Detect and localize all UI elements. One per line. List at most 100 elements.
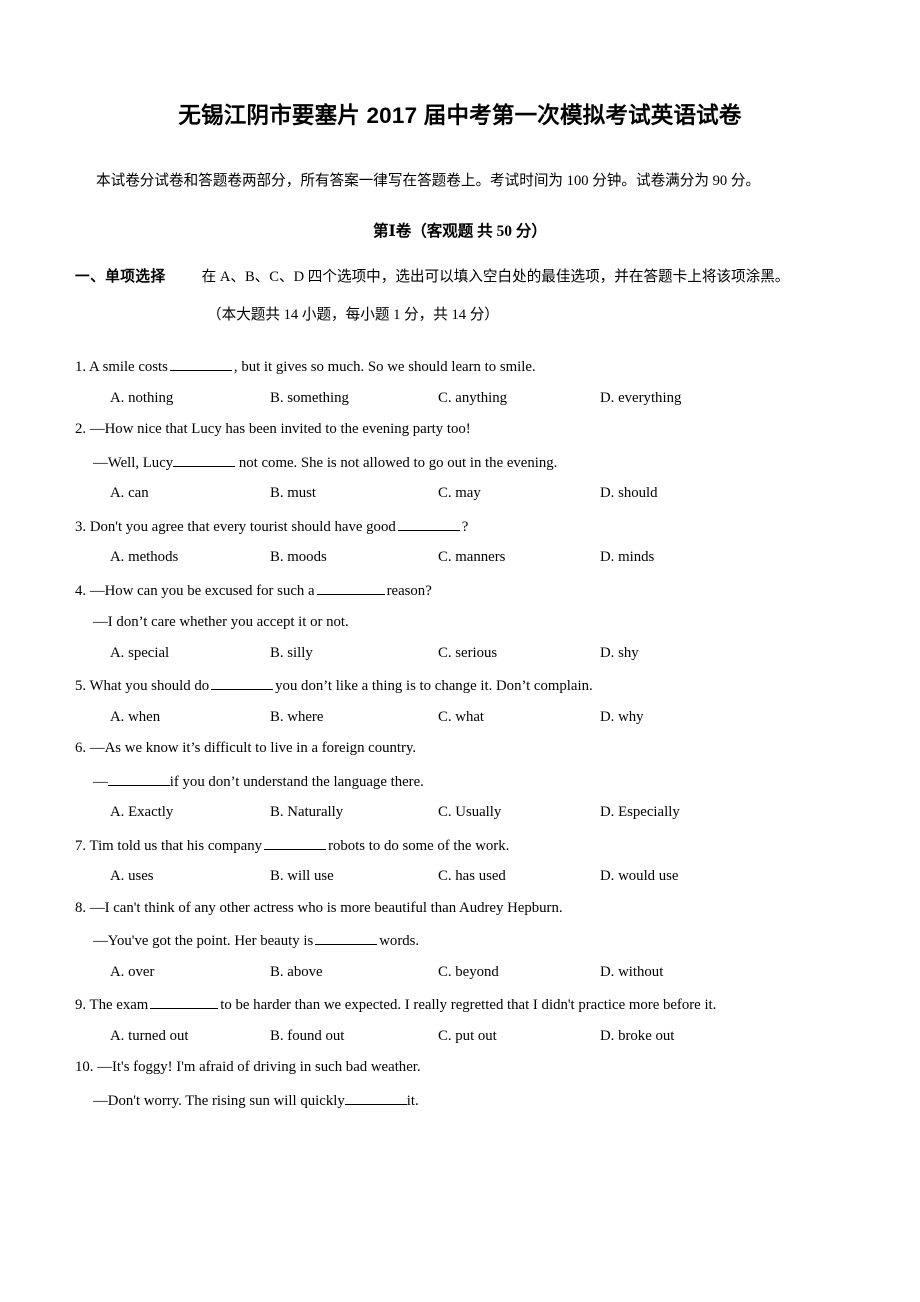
option-d[interactable]: D. everything <box>600 389 681 407</box>
dialogue-line-2-post: it. <box>406 1092 419 1109</box>
dialogue-line-2-post: not come. She is not allowed to go out i… <box>238 454 558 471</box>
question-stem-post: to be harder than we expected. I really … <box>220 997 717 1014</box>
dialogue-line-2-pre: —Don't worry. The rising sun will quickl… <box>93 1092 345 1109</box>
dialogue-line-2-post: if you don’t understand the language the… <box>169 773 424 790</box>
option-row: A. over B. above C. beyond D. without <box>0 951 920 981</box>
question-stem-pre: Don't you agree that every tourist shoul… <box>89 518 396 535</box>
question-number: 1. <box>75 359 87 376</box>
option-b[interactable]: B. above <box>270 963 438 981</box>
option-d[interactable]: D. would use <box>600 867 679 885</box>
option-a[interactable]: A. special <box>110 644 270 662</box>
question-number: 10. <box>75 1059 94 1076</box>
question-stem-continued: — if you don’t understand the language th… <box>0 758 920 792</box>
option-c[interactable]: C. put out <box>438 1027 600 1045</box>
question-stem-pre: The exam <box>89 997 149 1014</box>
question-stem: 7. Tim told us that his company robots to… <box>0 822 920 856</box>
question-item: 4. —How can you be excused for such a rea… <box>0 567 920 663</box>
option-a[interactable]: A. turned out <box>110 1027 270 1045</box>
option-a[interactable]: A. Exactly <box>110 803 270 821</box>
option-row: A. turned out B. found out C. put out D. br… <box>0 1015 920 1045</box>
answer-blank <box>344 1090 407 1105</box>
option-row: A. Exactly B. Naturally C. Usually D. Espec… <box>0 791 920 821</box>
dialogue-line-1: —It's foggy! I'm afraid of driving in su… <box>97 1059 421 1076</box>
question-stem: 2. —How nice that Lucy has been invited … <box>0 407 920 438</box>
option-c[interactable]: C. may <box>438 484 600 502</box>
question-item: 8. —I can't think of any other actress w… <box>0 886 920 982</box>
question-list: 1. A smile costs , but it gives so much. … <box>0 325 920 1110</box>
question-stem-continued: —I don’t care whether you accept it or n… <box>0 600 920 631</box>
option-b[interactable]: B. Naturally <box>270 803 438 821</box>
option-b[interactable]: B. something <box>270 389 438 407</box>
answer-blank <box>315 930 378 946</box>
question-stem-pre: A smile costs <box>89 359 168 376</box>
question-stem: 6. —As we know it’s difficult to live in… <box>0 726 920 757</box>
option-d[interactable]: D. broke out <box>600 1027 674 1045</box>
dialogue-line-2-pre: — <box>93 773 108 790</box>
option-row: A. special B. silly C. serious D. shy <box>0 632 920 662</box>
question-stem: 5. What you should do you don’t like a th… <box>0 662 920 696</box>
question-stem: 8. —I can't think of any other actress w… <box>0 886 920 917</box>
question-number: 4. <box>75 582 87 599</box>
option-c[interactable]: C. Usually <box>438 803 600 821</box>
answer-blank <box>211 675 274 691</box>
option-a[interactable]: A. over <box>110 963 270 981</box>
option-row: A. methods B. moods C. manners D. minds <box>0 536 920 566</box>
dialogue-line-1: —How nice that Lucy has been invited to … <box>89 421 471 438</box>
dialogue-line-2-pre: —Well, Lucy <box>93 454 174 471</box>
question-item: 1. A smile costs , but it gives so much. … <box>0 343 920 407</box>
part-one-description: 在 A、B、C、D 四个选项中，选出可以填入空白处的最佳选项，并在答题卡上将该项… <box>201 269 790 286</box>
question-stem-post: ? <box>461 518 469 535</box>
option-a[interactable]: A. uses <box>110 867 270 885</box>
question-number: 7. <box>75 837 87 854</box>
option-row: A. uses B. will use C. has used D. would us… <box>0 855 920 885</box>
option-a[interactable]: A. methods <box>110 548 270 566</box>
option-d[interactable]: D. why <box>600 708 644 726</box>
exam-paper-page: 无锡江阴市要塞片 2017 届中考第一次模拟考试英语试卷 本试卷分试卷和答题卷两… <box>0 0 920 1302</box>
option-d[interactable]: D. shy <box>600 644 639 662</box>
option-a[interactable]: A. can <box>110 484 270 502</box>
question-item: 9. The exam to be harder than we expected… <box>0 981 920 1045</box>
exam-intro-text: 本试卷分试卷和答题卷两部分，所有答案一律写在答题卷上。考试时间为 100 分钟。… <box>96 173 761 189</box>
option-a[interactable]: A. when <box>110 708 270 726</box>
answer-blank <box>150 994 219 1010</box>
option-d[interactable]: D. Especially <box>600 803 680 821</box>
option-d[interactable]: D. without <box>600 963 663 981</box>
option-b[interactable]: B. where <box>270 708 438 726</box>
option-d[interactable]: D. should <box>600 484 658 502</box>
answer-blank <box>169 356 232 372</box>
question-stem-pre: What you should do <box>89 678 210 695</box>
option-c[interactable]: C. beyond <box>438 963 600 981</box>
option-b[interactable]: B. will use <box>270 867 438 885</box>
question-stem-post: you don’t like a thing is to change it. … <box>275 678 593 695</box>
dialogue-line-1: —As we know it’s difficult to live in a … <box>89 740 417 757</box>
answer-blank <box>173 452 236 467</box>
answer-blank <box>397 516 460 531</box>
option-c[interactable]: C. what <box>438 708 600 726</box>
question-stem-continued: —You've got the point. Her beauty is word… <box>0 917 920 951</box>
option-c[interactable]: C. has used <box>438 867 600 885</box>
dialogue-line-1-post: reason? <box>386 582 432 599</box>
question-number: 3. <box>75 518 87 535</box>
question-stem-pre: Tim told us that his company <box>89 837 263 854</box>
answer-blank <box>316 580 385 595</box>
question-stem: 4. —How can you be excused for such a rea… <box>0 567 920 601</box>
option-c[interactable]: C. anything <box>438 389 600 407</box>
question-stem-continued: —Well, Lucy not come. She is not allowed… <box>0 439 920 473</box>
dialogue-line-2-pre: —You've got the point. Her beauty is <box>93 933 314 950</box>
option-b[interactable]: B. silly <box>270 644 438 662</box>
question-stem: 1. A smile costs , but it gives so much. … <box>0 343 920 377</box>
option-b[interactable]: B. moods <box>270 548 438 566</box>
answer-blank <box>264 835 327 850</box>
option-c[interactable]: C. serious <box>438 644 600 662</box>
option-a[interactable]: A. nothing <box>110 389 270 407</box>
option-b[interactable]: B. must <box>270 484 438 502</box>
question-number: 8. <box>75 899 87 916</box>
question-item: 6. —As we know it’s difficult to live in… <box>0 726 920 822</box>
option-c[interactable]: C. manners <box>438 548 600 566</box>
question-item: 3. Don't you agree that every tourist sh… <box>0 503 920 567</box>
question-stem: 10. —It's foggy! I'm afraid of driving i… <box>0 1045 920 1076</box>
option-b[interactable]: B. found out <box>270 1027 438 1045</box>
option-d[interactable]: D. minds <box>600 548 654 566</box>
dialogue-line-2-post: words. <box>379 933 420 950</box>
part-one-directive: 一、单项选择 在 A、B、C、D 四个选项中，选出可以填入空白处的最佳选项，并在答… <box>0 241 920 288</box>
